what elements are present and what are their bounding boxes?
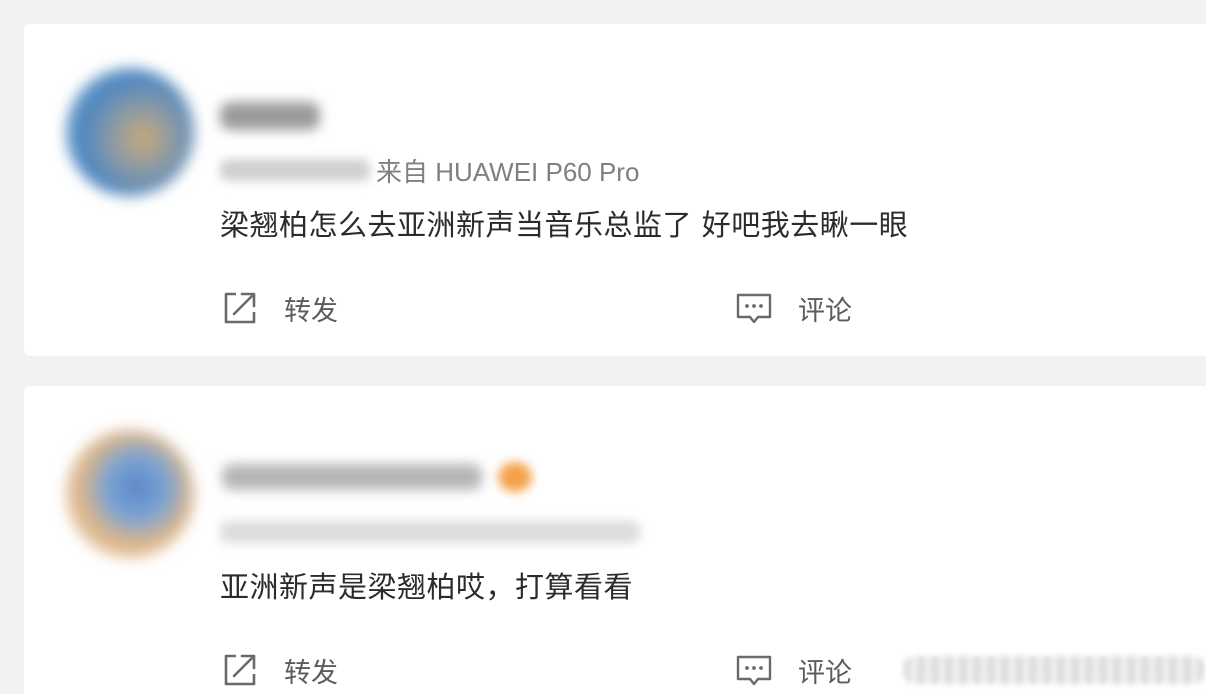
timestamp-blurred xyxy=(220,521,640,543)
vip-badge-icon xyxy=(498,462,532,492)
repost-icon xyxy=(220,650,260,690)
comment-card: 来自 HUAWEI P60 Pro 梁翘柏怎么去亚洲新声当音乐总监了 好吧我去瞅… xyxy=(24,24,1206,356)
repost-icon xyxy=(220,288,260,328)
repost-label: 转发 xyxy=(284,657,338,689)
repost-label: 转发 xyxy=(284,295,338,327)
post-source: 来自 HUAWEI P60 Pro xyxy=(376,156,640,187)
comment-icon xyxy=(734,650,774,690)
watermark-blurred xyxy=(904,656,1204,684)
avatar[interactable] xyxy=(66,430,194,558)
username-blurred[interactable] xyxy=(220,102,320,130)
avatar[interactable] xyxy=(66,68,194,196)
post-content: 亚洲新声是梁翘柏哎，打算看看 xyxy=(220,570,634,604)
post-meta xyxy=(220,514,646,550)
comment-button[interactable]: 评论 xyxy=(734,650,852,690)
post-content: 梁翘柏怎么去亚洲新声当音乐总监了 好吧我去瞅一眼 xyxy=(220,208,909,242)
comment-icon xyxy=(734,288,774,328)
comment-label: 评论 xyxy=(798,657,852,689)
timestamp-blurred xyxy=(220,159,370,181)
username-blurred[interactable] xyxy=(222,464,482,490)
repost-button[interactable]: 转发 xyxy=(220,650,338,690)
post-meta: 来自 HUAWEI P60 Pro xyxy=(220,152,639,188)
repost-button[interactable]: 转发 xyxy=(220,288,338,328)
comment-button[interactable]: 评论 xyxy=(734,288,852,328)
weibo-comment-feed: 来自 HUAWEI P60 Pro 梁翘柏怎么去亚洲新声当音乐总监了 好吧我去瞅… xyxy=(0,0,1206,694)
comment-card: 亚洲新声是梁翘柏哎，打算看看 转发 评论 xyxy=(24,386,1206,694)
comment-label: 评论 xyxy=(798,295,852,327)
